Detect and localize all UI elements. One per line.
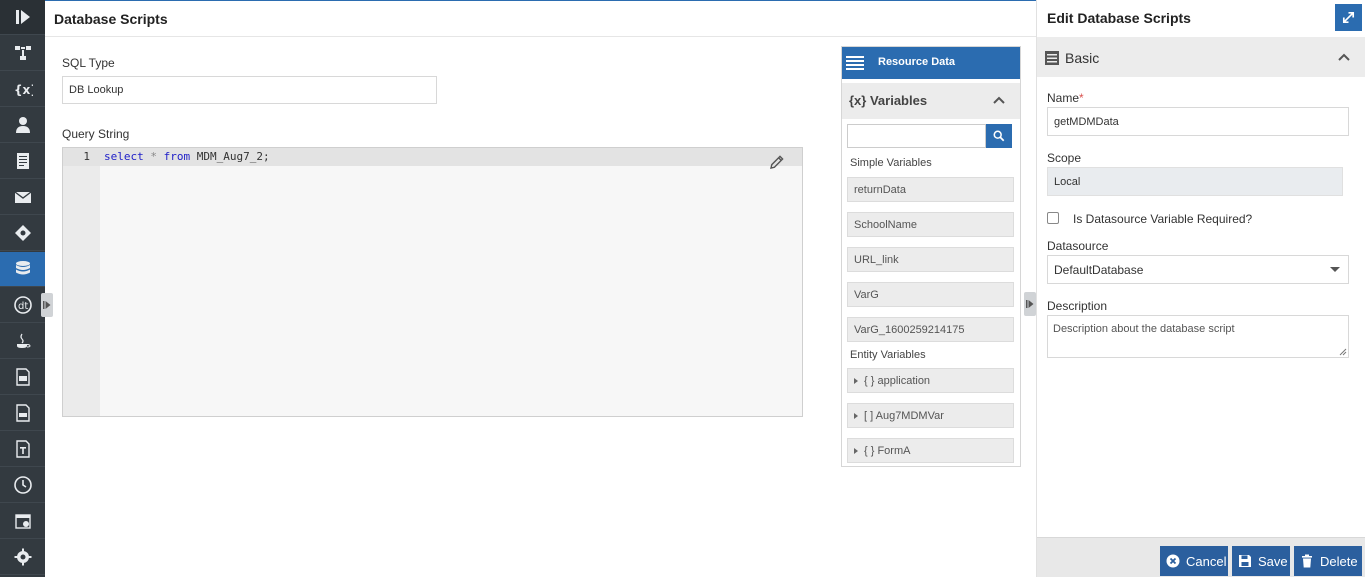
datasource-select[interactable]: DefaultDatabase — [1047, 255, 1349, 284]
search-button[interactable] — [986, 124, 1012, 148]
sql-type-label: SQL Type — [62, 56, 115, 70]
java-icon[interactable] — [0, 324, 45, 359]
name-label: Name* — [1047, 91, 1084, 105]
datasource-required-label: Is Datasource Variable Required? — [1073, 212, 1253, 226]
list-item[interactable]: [ ] Aug7MDMVar — [847, 403, 1014, 428]
variables-section-header[interactable]: {x} Variables — [842, 83, 1020, 119]
variables-title: {x} Variables — [849, 93, 928, 108]
resource-header: Resource Data — [842, 47, 1020, 79]
decision-icon[interactable] — [0, 216, 45, 251]
svg-text:dt: dt — [18, 301, 28, 312]
left-nav: {x} dt — [0, 0, 45, 577]
expand-icon[interactable] — [854, 377, 858, 384]
js-file-icon[interactable] — [0, 360, 45, 395]
basic-section-header[interactable]: Basic — [1037, 37, 1365, 77]
mail-icon[interactable] — [0, 180, 45, 215]
edit-panel: Edit Database Scripts Basic Name* getMDM… — [1036, 0, 1365, 577]
cancel-icon — [1166, 554, 1180, 568]
list-icon — [846, 56, 864, 70]
expand-icon[interactable] — [854, 412, 858, 419]
chevron-up-icon[interactable] — [992, 93, 1006, 107]
datasource-required-checkbox[interactable] — [1047, 212, 1059, 224]
clock-icon[interactable] — [0, 468, 45, 503]
page-title: Database Scripts — [54, 11, 168, 27]
list-item[interactable]: SchoolName — [847, 212, 1014, 237]
chevron-down-icon — [1330, 267, 1340, 272]
scope-field: Local — [1047, 167, 1343, 196]
chevron-up-icon[interactable] — [1337, 50, 1351, 64]
settings-icon[interactable] — [0, 540, 45, 575]
workflow-icon[interactable] — [0, 36, 45, 71]
right-panel-toggle[interactable] — [1024, 292, 1036, 316]
variables-icon[interactable]: {x} — [0, 72, 45, 107]
code-keyword-select: select — [104, 150, 144, 163]
database-icon[interactable] — [0, 252, 45, 287]
delete-button[interactable]: Delete — [1294, 546, 1362, 576]
text-file-icon[interactable] — [0, 432, 45, 467]
nav-collapse-toggle[interactable] — [41, 293, 53, 317]
list-item[interactable]: URL_link — [847, 247, 1014, 272]
code-table-name: MDM_Aug7_2; — [196, 150, 270, 163]
trash-icon — [1302, 554, 1312, 568]
variable-search-input[interactable] — [847, 124, 986, 148]
required-marker: * — [1079, 91, 1084, 105]
query-editor[interactable]: 1 select * from MDM_Aug7_2; — [62, 147, 803, 417]
scheduler-icon[interactable] — [0, 504, 45, 539]
code-operator: * — [150, 150, 157, 163]
panel-footer: Cancel Save Delete — [1037, 537, 1365, 577]
save-button[interactable]: Save — [1232, 546, 1290, 576]
css-file-icon[interactable] — [0, 396, 45, 431]
line-number: 1 — [83, 150, 90, 163]
edit-panel-title: Edit Database Scripts — [1047, 10, 1191, 26]
expand-icon[interactable] — [854, 447, 858, 454]
cancel-button[interactable]: Cancel — [1160, 546, 1228, 576]
form-icon — [1045, 51, 1059, 65]
description-textarea[interactable]: Description about the database script — [1047, 315, 1349, 358]
list-item[interactable]: VarG_1600259214175 — [847, 317, 1014, 342]
code-line[interactable]: select * from MDM_Aug7_2; — [104, 150, 270, 163]
pencil-icon[interactable] — [768, 153, 786, 171]
svg-text:{x}: {x} — [14, 83, 33, 97]
name-input[interactable]: getMDMData — [1047, 107, 1349, 136]
datasource-label: Datasource — [1047, 239, 1109, 253]
main-header: Database Scripts — [45, 0, 1036, 37]
simple-variables-label: Simple Variables — [850, 157, 932, 169]
query-string-label: Query String — [62, 127, 130, 141]
expand-button[interactable] — [1335, 4, 1362, 31]
list-item[interactable]: returnData — [847, 177, 1014, 202]
editor-gutter — [63, 148, 100, 416]
entity-variables-label: Entity Variables — [850, 349, 926, 361]
list-item[interactable]: { } application — [847, 368, 1014, 393]
resource-title: Resource Data — [878, 56, 956, 68]
user-icon[interactable] — [0, 108, 45, 143]
document-icon[interactable] — [0, 144, 45, 179]
description-label: Description — [1047, 299, 1108, 313]
logo-icon[interactable] — [0, 0, 45, 35]
scope-label: Scope — [1047, 151, 1082, 165]
sql-type-value: DB Lookup — [69, 84, 124, 96]
list-item[interactable]: VarG — [847, 282, 1014, 307]
basic-section-title: Basic — [1065, 50, 1100, 66]
datatype-icon[interactable]: dt — [0, 288, 45, 323]
expand-icon — [1342, 11, 1355, 24]
list-item[interactable]: { } FormA — [847, 438, 1014, 463]
save-icon — [1239, 555, 1251, 567]
resize-handle-icon[interactable] — [1339, 348, 1347, 356]
search-icon — [993, 130, 1005, 142]
code-keyword-from: from — [163, 150, 191, 163]
sql-type-field[interactable]: DB Lookup — [62, 76, 437, 104]
resource-panel: Resource Data {x} Variables Simple Varia… — [841, 46, 1021, 467]
